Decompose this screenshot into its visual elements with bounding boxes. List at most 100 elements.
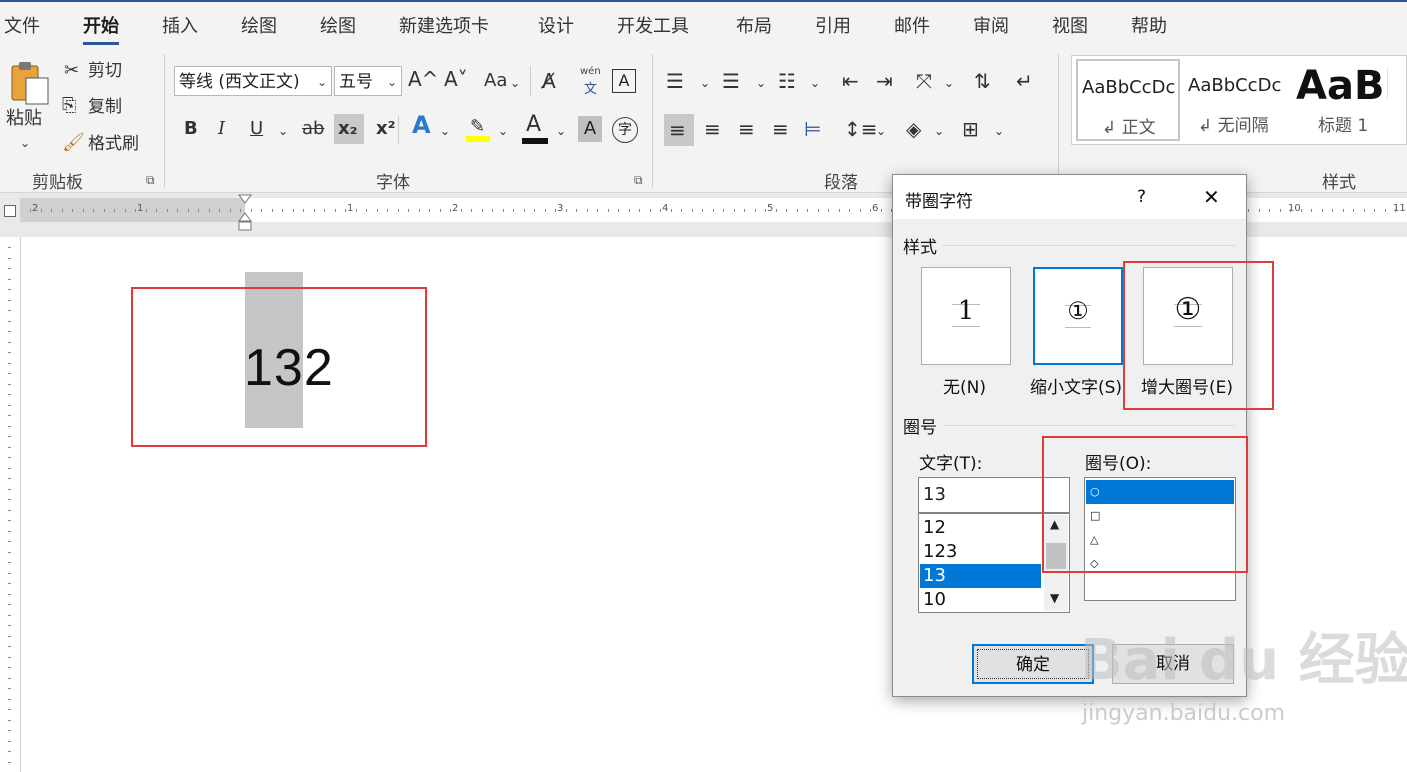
chevron-down-icon[interactable]: ⌄: [20, 132, 30, 154]
tab-developer[interactable]: 开发工具: [617, 12, 689, 38]
tab-file[interactable]: 文件: [4, 12, 40, 38]
font-color-button[interactable]: A: [522, 114, 548, 144]
numbering-icon[interactable]: ☰: [722, 70, 740, 92]
justify-icon[interactable]: ≡: [772, 118, 789, 140]
ruler-tick: [8, 394, 11, 395]
style-no-spacing[interactable]: AaBbCcDc ↲ 无间隔: [1184, 59, 1288, 141]
tab-draw-1[interactable]: 绘图: [241, 12, 277, 38]
vertical-ruler[interactable]: [0, 237, 21, 772]
italic-button[interactable]: I: [218, 118, 225, 140]
bold-button[interactable]: B: [184, 118, 198, 140]
chevron-down-icon[interactable]: ⌄: [510, 72, 520, 94]
style-none-label[interactable]: 无(N): [943, 373, 986, 398]
strikethrough-button[interactable]: ab: [302, 118, 324, 140]
chevron-down-icon[interactable]: ⌄: [440, 120, 450, 142]
shrink-font-button[interactable]: A˅: [444, 68, 468, 90]
tab-selector[interactable]: [4, 205, 16, 217]
tab-new[interactable]: 新建选项卡: [399, 12, 489, 38]
tab-help[interactable]: 帮助: [1131, 12, 1167, 38]
style-shrink-text-button[interactable]: ①: [1033, 267, 1123, 365]
underline-button[interactable]: U: [250, 118, 263, 140]
enclose-characters-button[interactable]: 字: [612, 117, 638, 143]
ruler-number: 4: [662, 203, 669, 214]
help-button[interactable]: ?: [1137, 187, 1146, 207]
dialog-launcher-icon[interactable]: ⧉: [146, 173, 155, 188]
chevron-down-icon[interactable]: ⌄: [756, 72, 766, 94]
increase-indent-icon[interactable]: ⇥: [876, 70, 893, 92]
chevron-down-icon[interactable]: ⌄: [810, 72, 820, 94]
change-case-button[interactable]: Aa: [484, 70, 507, 92]
ruler-tick: [293, 209, 294, 212]
tab-mailings[interactable]: 邮件: [894, 12, 930, 38]
style-none-button[interactable]: 1: [921, 267, 1011, 365]
list-item[interactable]: 12: [920, 516, 1041, 540]
align-center-icon[interactable]: ≡: [704, 118, 721, 140]
subscript-button-bg[interactable]: x₂: [334, 114, 364, 144]
align-left-button[interactable]: ≡: [664, 114, 694, 146]
grow-font-button[interactable]: A^: [408, 68, 438, 90]
ruler-tick: [1332, 209, 1333, 212]
borders-icon[interactable]: ⊞: [962, 118, 979, 140]
ruler-tick: [524, 209, 525, 212]
chevron-down-icon[interactable]: ⌄: [278, 120, 288, 142]
text-effects-button[interactable]: A: [412, 113, 431, 137]
tab-home[interactable]: 开始: [83, 12, 119, 45]
list-item[interactable]: 123: [920, 540, 1041, 564]
line-spacing-icon[interactable]: ↕≡: [844, 118, 878, 140]
chevron-down-icon[interactable]: ⌄: [876, 120, 886, 142]
phonetic-guide-button[interactable]: wén 文: [578, 66, 604, 97]
show-marks-icon[interactable]: ↵: [1016, 70, 1033, 92]
ruler-tick: [8, 594, 11, 595]
multilevel-list-icon[interactable]: ☷: [778, 70, 796, 92]
format-painter-button[interactable]: 格式刷: [88, 133, 139, 155]
scroll-down-icon[interactable]: ▼: [1050, 591, 1059, 605]
divider: [164, 54, 165, 188]
distributed-icon[interactable]: ⊨: [804, 118, 821, 140]
character-shading-button[interactable]: A: [578, 116, 602, 142]
chevron-down-icon[interactable]: ⌄: [934, 120, 944, 142]
bullets-icon[interactable]: ☰: [666, 70, 684, 92]
shading-icon[interactable]: ◈: [906, 118, 921, 140]
font-name-combo[interactable]: 等线 (西文正文) ⌄: [174, 66, 332, 96]
tab-review[interactable]: 审阅: [973, 12, 1009, 38]
copy-button[interactable]: 复制: [88, 96, 122, 118]
chevron-down-icon[interactable]: ⌄: [944, 72, 954, 94]
style-heading-1[interactable]: AaBl 标题 1: [1292, 59, 1390, 141]
character-border-button[interactable]: A: [612, 69, 636, 93]
tab-draw-2[interactable]: 绘图: [320, 12, 356, 38]
indent-markers[interactable]: [237, 193, 253, 233]
ruler-tick: [398, 209, 399, 212]
tab-layout[interactable]: 布局: [736, 12, 772, 38]
ruler-tick: [1259, 209, 1260, 212]
tab-view[interactable]: 视图: [1052, 12, 1088, 38]
highlight-button[interactable]: ✎: [466, 116, 490, 142]
decrease-indent-icon[interactable]: ⇤: [842, 70, 859, 92]
clear-formatting-icon[interactable]: A̸: [542, 70, 556, 92]
list-item-selected[interactable]: 13: [920, 564, 1041, 588]
chevron-down-icon[interactable]: ⌄: [556, 120, 566, 142]
chevron-down-icon[interactable]: ⌄: [994, 120, 1004, 142]
font-size-combo[interactable]: 五号 ⌄: [334, 66, 402, 96]
cut-button[interactable]: 剪切: [88, 60, 122, 82]
dialog-launcher-icon[interactable]: ⧉: [634, 173, 643, 188]
paste-button[interactable]: [8, 60, 52, 108]
tab-references[interactable]: 引用: [815, 12, 851, 38]
ok-button[interactable]: 确定: [972, 644, 1094, 684]
paste-label[interactable]: 粘贴: [6, 108, 42, 130]
chevron-down-icon[interactable]: ⌄: [498, 120, 508, 142]
chevron-down-icon[interactable]: ⌄: [700, 72, 710, 94]
ruler-tick: [8, 447, 11, 448]
tab-insert[interactable]: 插入: [162, 12, 198, 38]
close-icon[interactable]: ✕: [1203, 185, 1220, 209]
sort-icon[interactable]: ⇅: [974, 70, 991, 92]
align-right-icon[interactable]: ≡: [738, 118, 755, 140]
style-normal[interactable]: AaBbCcDc ↲ 正文: [1076, 59, 1180, 141]
ribbon-tab-bar: 文件 开始 插入 绘图 绘图 新建选项卡 设计 开发工具 布局 引用 邮件 审阅…: [0, 0, 1407, 46]
ruler-tick: [503, 209, 504, 212]
superscript-button[interactable]: x²: [376, 118, 396, 140]
tab-design[interactable]: 设计: [538, 12, 574, 38]
text-direction-icon[interactable]: ⤧: [916, 70, 932, 92]
ruler-tick: [1343, 209, 1344, 212]
style-shrink-label[interactable]: 缩小文字(S): [1030, 373, 1122, 398]
list-item[interactable]: 10: [920, 588, 1041, 612]
